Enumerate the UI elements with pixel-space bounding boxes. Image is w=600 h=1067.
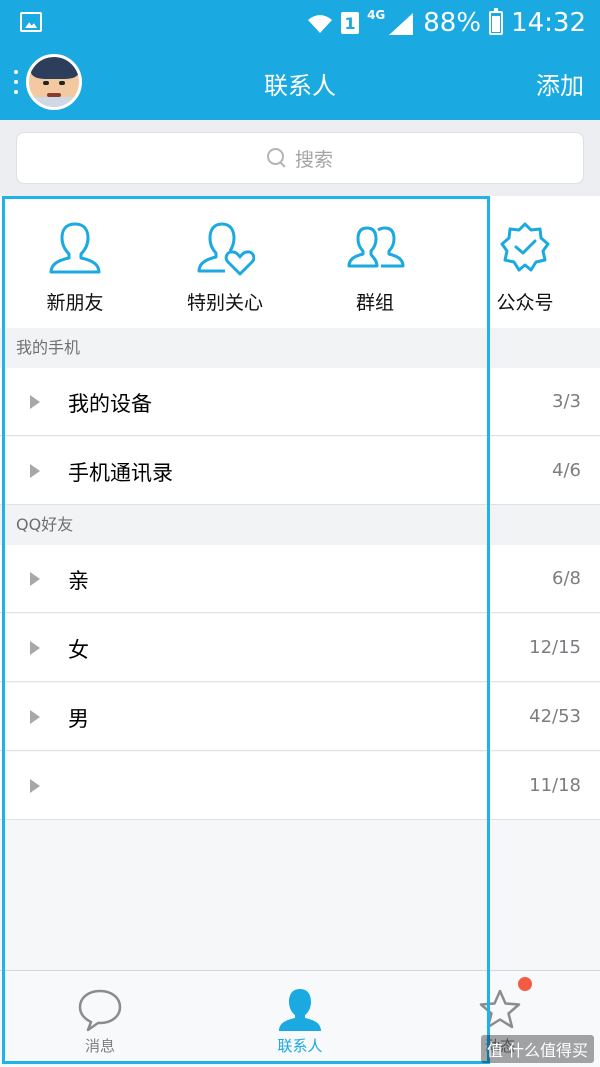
network-type: 4G bbox=[367, 8, 386, 22]
search-input[interactable]: 搜索 bbox=[16, 132, 584, 184]
watermark: 值 什么值得买 bbox=[480, 1035, 594, 1063]
notification-dot bbox=[518, 977, 532, 991]
expand-arrow-icon bbox=[30, 641, 40, 655]
expand-arrow-icon bbox=[30, 395, 40, 409]
quick-label: 特别关心 bbox=[186, 292, 263, 314]
quick-actions: 新朋友 特别关心 群组 公众号 bbox=[0, 196, 600, 328]
status-right: 1 4G 88% 14:32 bbox=[307, 6, 586, 40]
group-row[interactable]: 男 42/53 bbox=[0, 683, 600, 751]
group-count: 4/6 bbox=[552, 460, 581, 481]
group-label: 手机通讯录 bbox=[68, 461, 173, 485]
battery-percent: 88% bbox=[423, 8, 482, 38]
quick-official-accounts[interactable]: 公众号 bbox=[450, 196, 600, 328]
section-header-my-phone: 我的手机 bbox=[0, 328, 600, 368]
expand-arrow-icon bbox=[30, 464, 40, 478]
group-row[interactable]: 11/18 bbox=[0, 752, 600, 820]
quick-groups[interactable]: 群组 bbox=[300, 196, 450, 328]
page-title: 联系人 bbox=[264, 72, 336, 100]
group-row[interactable]: 女 12/15 bbox=[0, 614, 600, 682]
chat-bubble-icon bbox=[78, 989, 122, 1032]
person-heart-icon bbox=[197, 222, 255, 276]
battery-icon bbox=[489, 8, 504, 35]
group-count: 3/3 bbox=[552, 391, 581, 412]
add-button[interactable]: 添加 bbox=[536, 66, 584, 101]
quick-new-friends[interactable]: 新朋友 bbox=[0, 196, 150, 328]
group-icon bbox=[347, 226, 405, 268]
tab-contacts[interactable]: 联系人 bbox=[200, 971, 400, 1067]
quick-special-care[interactable]: 特别关心 bbox=[150, 196, 300, 328]
tab-label: 联系人 bbox=[277, 1037, 323, 1055]
group-label: 我的设备 bbox=[68, 392, 152, 416]
group-count: 12/15 bbox=[529, 637, 581, 658]
group-count: 6/8 bbox=[552, 568, 581, 589]
expand-arrow-icon bbox=[30, 710, 40, 724]
tab-messages[interactable]: 消息 bbox=[0, 971, 200, 1067]
search-placeholder: 搜索 bbox=[294, 148, 333, 171]
group-label: 男 bbox=[68, 707, 89, 731]
section-header-qq-friends: QQ好友 bbox=[0, 505, 600, 545]
star-icon bbox=[479, 989, 521, 1029]
quick-label: 公众号 bbox=[496, 292, 554, 314]
status-bar: 1 4G 88% 14:32 bbox=[0, 0, 600, 46]
quick-label: 新朋友 bbox=[46, 292, 104, 314]
group-label: 女 bbox=[68, 638, 89, 662]
signal-icon bbox=[389, 12, 415, 35]
group-row[interactable]: 手机通讯录 4/6 bbox=[0, 437, 600, 505]
gallery-notification-icon bbox=[20, 12, 42, 32]
title-bar: 联系人 添加 bbox=[0, 46, 600, 120]
search-area: 搜索 bbox=[0, 120, 600, 196]
wifi-icon bbox=[307, 12, 333, 34]
search-icon bbox=[266, 148, 287, 168]
quick-label: 群组 bbox=[355, 292, 394, 314]
person-icon bbox=[49, 222, 101, 274]
expand-arrow-icon bbox=[30, 572, 40, 586]
tab-label: 消息 bbox=[84, 1037, 115, 1055]
clock: 14:32 bbox=[511, 8, 586, 38]
expand-arrow-icon bbox=[30, 779, 40, 793]
contacts-icon bbox=[279, 989, 321, 1031]
group-row[interactable]: 亲 6/8 bbox=[0, 545, 600, 613]
group-row[interactable]: 我的设备 3/3 bbox=[0, 368, 600, 436]
list-empty-area bbox=[0, 820, 600, 971]
group-count: 11/18 bbox=[529, 775, 581, 796]
group-count: 42/53 bbox=[529, 706, 581, 727]
sim-indicator: 1 bbox=[341, 12, 360, 34]
verified-badge-icon bbox=[500, 222, 550, 272]
group-label: 亲 bbox=[68, 569, 89, 593]
